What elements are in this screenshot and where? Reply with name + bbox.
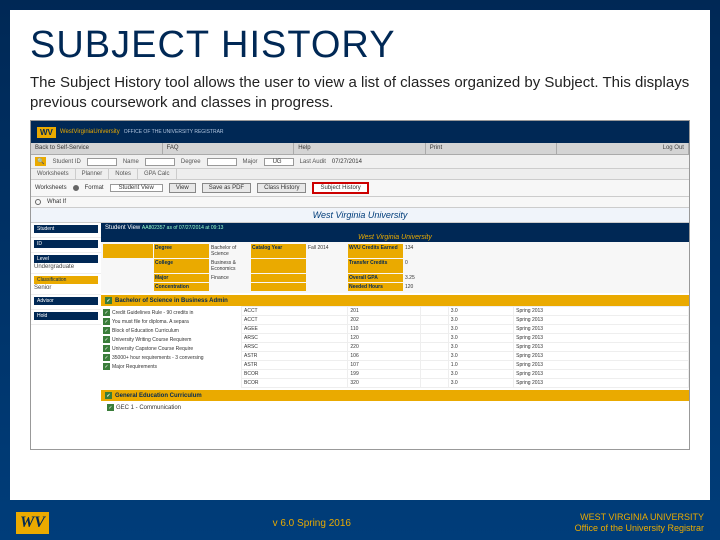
check-icon <box>103 345 110 352</box>
req-block-2-header[interactable]: General Education Curriculum <box>101 390 689 401</box>
degree-select[interactable] <box>207 158 237 166</box>
version-text: v 6.0 Spring 2016 <box>49 518 575 529</box>
wvu-title: West Virginia University <box>31 208 689 223</box>
top-nav: Back to Self-Service FAQ Help Print Log … <box>31 143 689 155</box>
slide-description: The Subject History tool allows the user… <box>30 73 690 112</box>
check-icon <box>105 297 112 304</box>
view-button[interactable]: View <box>169 183 196 193</box>
req-list: Credit Guidelines Rule - 90 credits in Y… <box>101 306 241 388</box>
major-label: Major <box>243 159 258 165</box>
degree-grid: DegreeBachelor of ScienceCatalog YearFal… <box>101 242 689 293</box>
sub-toolbar: Worksheets Format Student View View Save… <box>31 180 689 197</box>
check-icon <box>107 404 114 411</box>
side-student-lbl: Student <box>34 225 98 233</box>
side-hold-lbl: Hold <box>34 312 98 320</box>
req-block-1-header[interactable]: Bachelor of Science in Business Admin <box>101 295 689 306</box>
wvu-logo-icon: WV <box>37 127 56 138</box>
wvu-subtitle: West Virginia University <box>101 233 689 242</box>
format-radio[interactable] <box>73 185 79 191</box>
tab-notes[interactable]: Notes <box>109 169 138 179</box>
last-audit-label: Last Audit <box>300 159 326 165</box>
side-id-lbl: ID <box>34 240 98 248</box>
wvu-logo-icon: WV <box>16 512 49 534</box>
side-classification-lbl: Classification <box>34 276 98 284</box>
major-select[interactable]: UG <box>264 158 294 166</box>
table-row: ASTR1071.0Spring 2013 <box>242 361 689 370</box>
nav-print[interactable]: Print <box>426 143 558 154</box>
student-view-header: Student View AA802357 as of 07/27/2014 a… <box>101 223 689 233</box>
student-sidebar: Student ID LevelUndergraduate Classifica… <box>31 223 101 450</box>
nav-faq[interactable]: FAQ <box>163 143 295 154</box>
nav-help[interactable]: Help <box>294 143 426 154</box>
check-icon <box>103 318 110 325</box>
check-icon <box>103 336 110 343</box>
worksheets-label: Worksheets <box>35 185 67 191</box>
check-icon <box>103 354 110 361</box>
course-table: ACCT2013.0Spring 2013ACCT2023.0Spring 20… <box>241 306 689 388</box>
tab-gpa-calc[interactable]: GPA Calc <box>138 169 177 179</box>
student-id-label: Student ID <box>52 159 80 165</box>
table-row: ARSC2203.0Spring 2013 <box>242 343 689 352</box>
side-advisor-lbl: Advisor <box>34 297 98 305</box>
subject-history-button[interactable]: Subject History <box>312 182 368 194</box>
name-label: Name <box>123 159 139 165</box>
table-row: ACCT2023.0Spring 2013 <box>242 316 689 325</box>
table-row: BCOR3203.0Spring 2013 <box>242 379 689 388</box>
table-row: ASTR1063.0Spring 2013 <box>242 352 689 361</box>
check-icon <box>103 327 110 334</box>
format-label: Format <box>85 185 104 191</box>
table-row: ARSC1203.0Spring 2013 <box>242 334 689 343</box>
student-view-select[interactable]: Student View <box>110 184 163 192</box>
degree-label: Degree <box>181 159 201 165</box>
table-row: ACCT2013.0Spring 2013 <box>242 307 689 316</box>
save-pdf-button[interactable]: Save as PDF <box>202 183 251 193</box>
check-icon <box>105 392 112 399</box>
side-level-lbl: Level <box>34 255 98 263</box>
whatif-label: What If <box>47 199 66 205</box>
nav-back[interactable]: Back to Self-Service <box>31 143 163 154</box>
class-history-button[interactable]: Class History <box>257 183 306 193</box>
tab-worksheets[interactable]: Worksheets <box>31 169 76 179</box>
tab-planner[interactable]: Planner <box>76 169 110 179</box>
screenshot: WV WestVirginiaUniversity OFFICE OF THE … <box>30 120 690 450</box>
slide-footer: WV v 6.0 Spring 2016 WEST VIRGINIA UNIVE… <box>0 512 720 534</box>
name-select[interactable] <box>145 158 175 166</box>
app-banner: WV WestVirginiaUniversity OFFICE OF THE … <box>31 121 689 143</box>
whatif-row: What If <box>31 197 689 208</box>
last-audit-value: 07/27/2014 <box>332 159 362 165</box>
check-icon <box>103 363 110 370</box>
main-panel: Student View AA802357 as of 07/27/2014 a… <box>101 223 689 450</box>
slide-title: SUBJECT HISTORY <box>30 24 690 67</box>
nav-logout[interactable]: Log Out <box>557 143 689 154</box>
table-row: AGEE1103.0Spring 2013 <box>242 325 689 334</box>
whatif-radio[interactable] <box>35 199 41 205</box>
filter-row: 🔍 Student ID Name Degree Major UG Last Au… <box>31 155 689 169</box>
student-id-input[interactable] <box>87 158 117 166</box>
find-icon[interactable]: 🔍 <box>35 157 46 166</box>
tab-bar: Worksheets Planner Notes GPA Calc <box>31 169 689 180</box>
banner-sub: OFFICE OF THE UNIVERSITY REGISTRAR <box>124 129 224 135</box>
check-icon <box>103 309 110 316</box>
banner-name: WestVirginiaUniversity <box>60 129 120 135</box>
org-text: WEST VIRGINIA UNIVERSITY Office of the U… <box>575 512 704 534</box>
table-row: BCOR1993.0Spring 2013 <box>242 370 689 379</box>
